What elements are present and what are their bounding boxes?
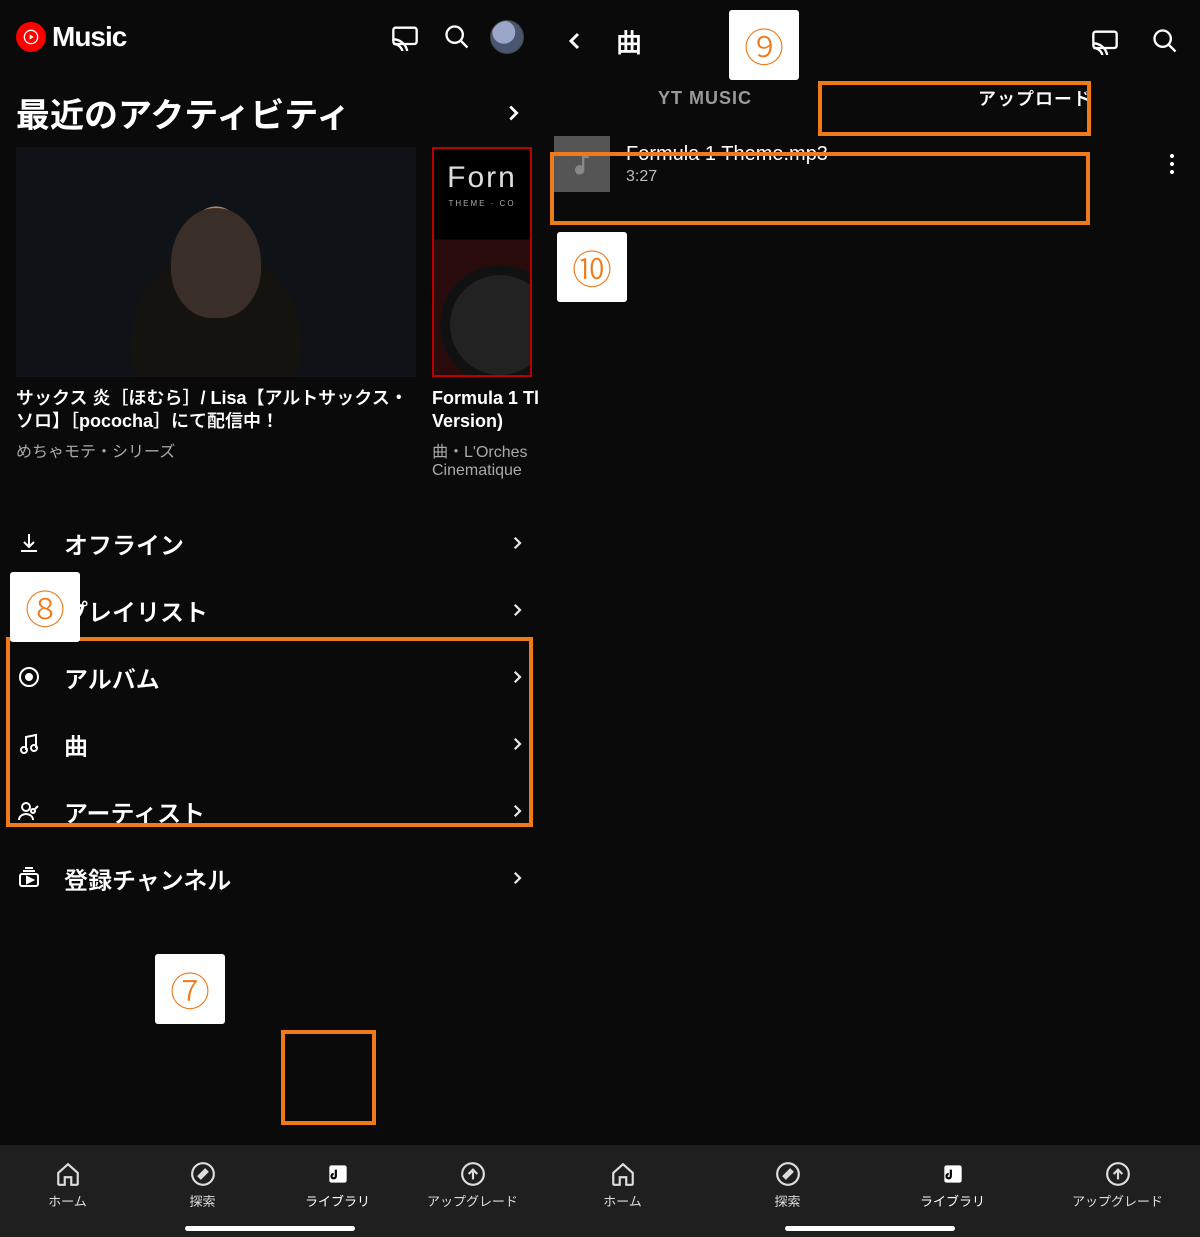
avatar[interactable] bbox=[490, 20, 524, 54]
track-more-button[interactable] bbox=[1154, 153, 1190, 175]
menu-artist[interactable]: アーティスト bbox=[0, 778, 540, 845]
menu-song[interactable]: 曲 bbox=[0, 711, 540, 778]
songs-screen: 曲 YT MUSIC アップロード Formula 1 Theme.mp3 3:… bbox=[540, 0, 1200, 1237]
back-button[interactable] bbox=[556, 22, 594, 60]
card-subtitle: めちゃモテ・シリーズ bbox=[16, 438, 416, 462]
recent-activity-header[interactable]: 最近のアクティビティ bbox=[0, 66, 540, 147]
chevron-right-icon bbox=[502, 102, 524, 124]
nav-explore[interactable]: 探索 bbox=[135, 1161, 270, 1210]
header-right: 曲 bbox=[540, 0, 1200, 70]
app-logo[interactable]: Music bbox=[16, 21, 126, 53]
chevron-right-icon bbox=[508, 534, 526, 552]
nav-label: ライブラリ bbox=[305, 1191, 370, 1210]
chevron-right-icon bbox=[508, 735, 526, 753]
nav-label: ライブラリ bbox=[920, 1191, 985, 1210]
tab-upload[interactable]: アップロード bbox=[870, 70, 1200, 126]
header-left: Music bbox=[0, 0, 540, 66]
track-thumbnail bbox=[554, 136, 610, 192]
tab-bar: YT MUSIC アップロード bbox=[540, 70, 1200, 126]
subscriptions-icon bbox=[14, 866, 44, 890]
nav-library[interactable]: ライブラリ bbox=[870, 1161, 1035, 1210]
menu-label: 曲 bbox=[64, 727, 88, 762]
recent-activity-cards: サックス 炎［ほむら］/ Lisa【アルトサックス・ソロ】［pococha］にて… bbox=[0, 147, 540, 480]
disc-icon bbox=[14, 665, 44, 689]
nav-label: 探索 bbox=[189, 1191, 215, 1210]
nav-home[interactable]: ホーム bbox=[540, 1161, 705, 1210]
menu-label: プレイリスト bbox=[64, 593, 208, 628]
annotation-badge-10: ⑩ bbox=[557, 232, 627, 302]
track-duration: 3:27 bbox=[626, 168, 1138, 186]
home-indicator bbox=[185, 1226, 355, 1231]
annotation-badge-7: ⑦ bbox=[155, 954, 225, 1024]
menu-playlist[interactable]: プレイリスト bbox=[0, 577, 540, 644]
music-note-icon bbox=[14, 732, 44, 756]
chevron-right-icon bbox=[508, 802, 526, 820]
nav-explore[interactable]: 探索 bbox=[705, 1161, 870, 1210]
tab-yt-music[interactable]: YT MUSIC bbox=[540, 70, 870, 126]
nav-library[interactable]: ライブラリ bbox=[270, 1161, 405, 1210]
nav-label: アップグレード bbox=[1072, 1191, 1163, 1210]
nav-upgrade[interactable]: アップグレード bbox=[405, 1161, 540, 1210]
nav-upgrade[interactable]: アップグレード bbox=[1035, 1161, 1200, 1210]
library-screen: Music 最近のアクティビティ サックス 炎［ほむら］/ Lisa【アルトサッ… bbox=[0, 0, 540, 1237]
search-icon[interactable] bbox=[438, 18, 476, 56]
card-title: Formula 1 Tl Version) bbox=[432, 387, 552, 434]
nav-label: アップグレード bbox=[427, 1191, 518, 1210]
library-menu: オフライン プレイリスト アルバム 曲 アーティスト 登録チャンネル bbox=[0, 510, 540, 912]
download-icon bbox=[14, 531, 44, 555]
activity-card[interactable]: サックス 炎［ほむら］/ Lisa【アルトサックス・ソロ】［pococha］にて… bbox=[16, 147, 416, 480]
annotation-badge-9: ⑨ bbox=[729, 10, 799, 80]
menu-offline[interactable]: オフライン bbox=[0, 510, 540, 577]
nav-home[interactable]: ホーム bbox=[0, 1161, 135, 1210]
menu-label: 登録チャンネル bbox=[64, 861, 231, 896]
menu-label: オフライン bbox=[64, 526, 184, 561]
home-indicator bbox=[785, 1226, 955, 1231]
logo-text: Music bbox=[52, 21, 126, 53]
menu-subscriptions[interactable]: 登録チャンネル bbox=[0, 845, 540, 912]
menu-label: アーティスト bbox=[64, 794, 205, 829]
nav-label: ホーム bbox=[48, 1191, 87, 1210]
activity-card[interactable]: Forn THEME · CO Formula 1 Tl Version) 曲・… bbox=[432, 147, 552, 480]
menu-label: アルバム bbox=[64, 660, 160, 695]
cast-icon[interactable] bbox=[386, 18, 424, 56]
chevron-right-icon bbox=[508, 601, 526, 619]
bottom-nav-right: ホーム 探索 ライブラリ アップグレード bbox=[540, 1145, 1200, 1237]
card-title: サックス 炎［ほむら］/ Lisa【アルトサックス・ソロ】［pococha］にて… bbox=[16, 387, 416, 434]
nav-label: ホーム bbox=[603, 1191, 642, 1210]
search-icon[interactable] bbox=[1146, 22, 1184, 60]
track-title: Formula 1 Theme.mp3 bbox=[626, 143, 1138, 166]
chevron-right-icon bbox=[508, 668, 526, 686]
nav-label: 探索 bbox=[774, 1191, 800, 1210]
card-thumbnail bbox=[16, 147, 416, 377]
artist-icon bbox=[14, 799, 44, 823]
bottom-nav-left: ホーム 探索 ライブラリ アップグレード bbox=[0, 1145, 540, 1237]
page-title: 曲 bbox=[616, 23, 642, 60]
card-subtitle: 曲・L'Orches Cinematique bbox=[432, 438, 552, 480]
track-meta: Formula 1 Theme.mp3 3:27 bbox=[626, 143, 1138, 186]
cast-icon[interactable] bbox=[1086, 22, 1124, 60]
section-title: 最近のアクティビティ bbox=[16, 88, 350, 137]
card-thumbnail: Forn THEME · CO bbox=[432, 147, 532, 377]
track-row[interactable]: Formula 1 Theme.mp3 3:27 bbox=[540, 126, 1200, 202]
menu-album[interactable]: アルバム bbox=[0, 644, 540, 711]
chevron-right-icon bbox=[508, 869, 526, 887]
youtube-music-icon bbox=[16, 22, 46, 52]
annotation-badge-8: ⑧ bbox=[10, 572, 80, 642]
